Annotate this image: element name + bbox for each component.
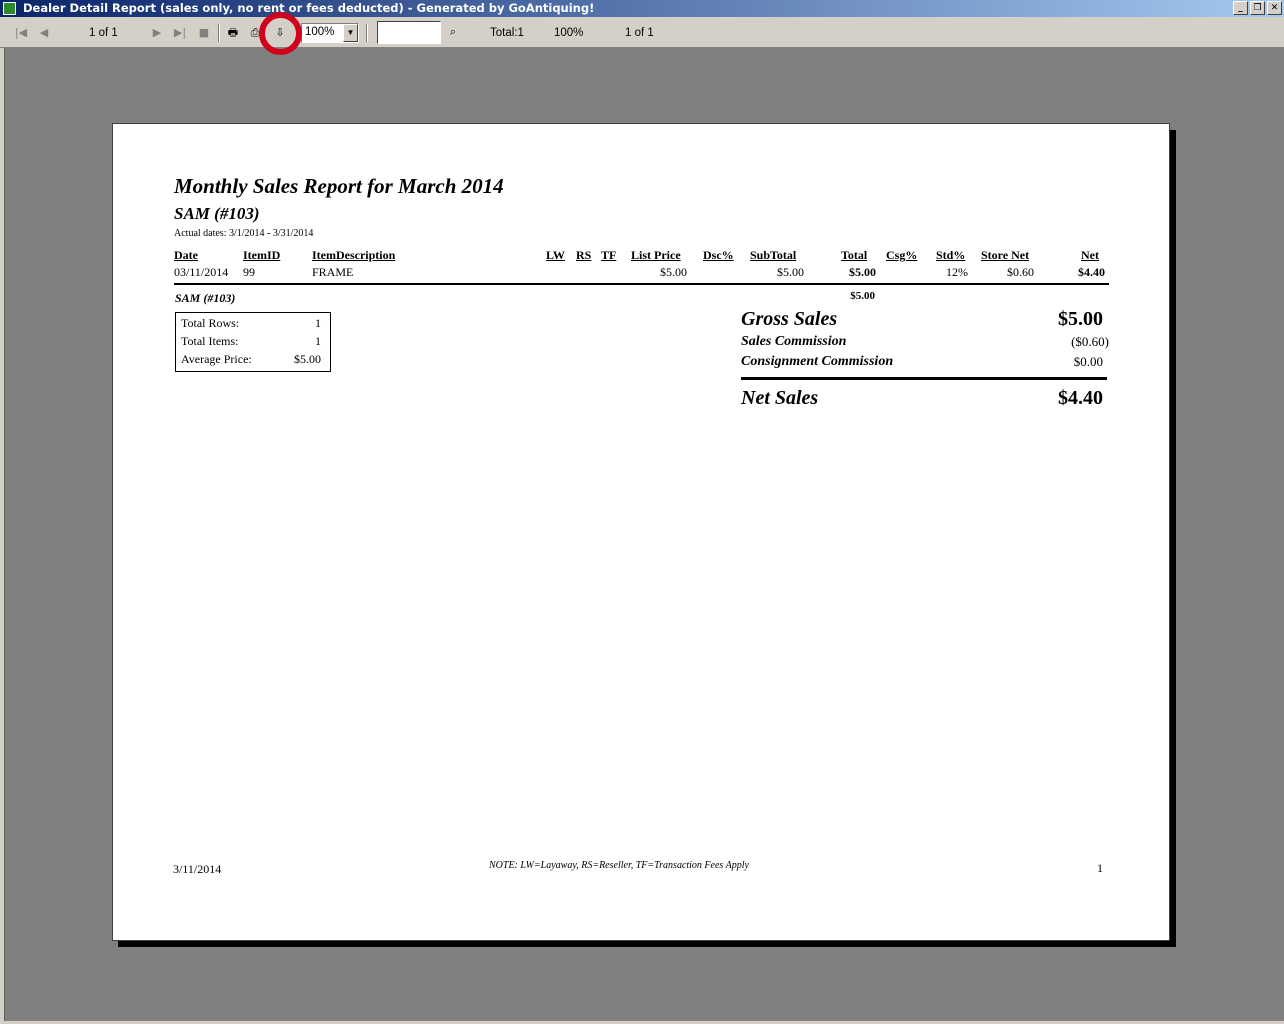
cell-net: $4.40: [1078, 265, 1105, 279]
sales-commission-value: ($0.60): [1071, 334, 1109, 349]
page-indicator: 1 of 1: [89, 27, 118, 39]
footer-note: NOTE: LW=Layaway, RS=Reseller, TF=Transa…: [489, 860, 749, 871]
first-page-icon[interactable]: |◀: [13, 25, 29, 41]
stats-box: Total Rows: 1 Total Items: 1 Average Pri…: [175, 312, 331, 372]
col-header-csg: Csg%: [886, 248, 918, 262]
col-header-rs: RS: [576, 248, 592, 262]
group-total: $5.00: [850, 290, 875, 302]
chevron-down-icon[interactable]: ▼: [343, 24, 358, 42]
print-icon[interactable]: 🖶: [225, 25, 241, 41]
report-page: Monthly Sales Report for March 2014 SAM …: [112, 123, 1170, 941]
consignment-commission-label: Consignment Commission: [741, 354, 894, 369]
col-header-tf: TF: [601, 248, 617, 262]
col-header-date: Date: [174, 248, 198, 262]
average-price-value: $5.00: [294, 352, 321, 366]
zoom-percent: 100%: [554, 27, 584, 39]
total-items-value: 1: [315, 334, 321, 348]
cell-std: 12%: [946, 265, 968, 279]
average-price-label: Average Price:: [181, 352, 252, 366]
page-count: 1 of 1: [625, 27, 654, 39]
footer-page-number: 1: [1097, 861, 1103, 875]
cell-date: 03/11/2014: [174, 265, 229, 279]
zoom-select[interactable]: 100% ▼: [301, 23, 359, 43]
print-setup-icon[interactable]: ⎙: [247, 25, 263, 41]
minimize-button[interactable]: _: [1233, 1, 1248, 15]
window-controls: _ ❐ ✕: [1233, 1, 1282, 15]
cell-total: $5.00: [849, 265, 876, 279]
stop-icon[interactable]: ■: [196, 25, 212, 41]
previous-page-icon[interactable]: ◀: [36, 25, 52, 41]
gross-sales-value: $5.00: [1058, 308, 1103, 330]
window-title: Dealer Detail Report (sales only, no ren…: [23, 1, 595, 15]
dealer-name: SAM (#103): [174, 204, 260, 223]
report-title: Monthly Sales Report for March 2014: [174, 174, 504, 198]
toolbar-separator: [218, 24, 220, 42]
export-icon[interactable]: ⇩: [272, 25, 288, 41]
cell-subtotal: $5.00: [777, 265, 804, 279]
col-header-net: Net: [1081, 248, 1099, 262]
group-name: SAM (#103): [175, 291, 236, 305]
cell-store-net: $0.60: [1007, 265, 1034, 279]
net-sales-label: Net Sales: [741, 387, 819, 409]
col-header-subtotal: SubTotal: [750, 248, 797, 262]
col-header-total: Total: [841, 248, 868, 262]
col-header-store-net: Store Net: [981, 248, 1030, 262]
footer-date: 3/11/2014: [173, 862, 222, 876]
total-rows-value: 1: [315, 316, 321, 330]
last-page-icon[interactable]: ▶|: [172, 25, 188, 41]
col-header-std: Std%: [936, 248, 966, 262]
net-sales-value: $4.40: [1058, 387, 1103, 409]
search-input[interactable]: [377, 21, 441, 44]
col-header-lw: LW: [546, 248, 565, 262]
sales-commission-label: Sales Commission: [741, 334, 847, 349]
actual-dates: Actual dates: 3/1/2014 - 3/31/2014: [174, 228, 314, 239]
total-items-label: Total Items:: [181, 334, 239, 348]
summary-divider: [741, 377, 1107, 380]
col-header-item-id: ItemID: [243, 248, 281, 262]
restore-button[interactable]: ❐: [1250, 1, 1265, 15]
window-title-bar[interactable]: Dealer Detail Report (sales only, no ren…: [0, 0, 1284, 17]
close-button[interactable]: ✕: [1267, 1, 1282, 15]
col-header-dsc: Dsc%: [703, 248, 734, 262]
col-header-list-price: List Price: [631, 248, 681, 262]
total-count: Total:1: [490, 27, 524, 39]
gross-sales-label: Gross Sales: [741, 308, 838, 330]
app-icon: [3, 2, 16, 15]
cell-item-description: FRAME: [312, 265, 354, 279]
table-divider: [174, 283, 1109, 285]
cell-list-price: $5.00: [660, 265, 687, 279]
toolbar-separator: [366, 24, 368, 42]
cell-item-id: 99: [243, 265, 255, 279]
next-page-icon[interactable]: ▶: [149, 25, 165, 41]
consignment-commission-value: $0.00: [1073, 354, 1103, 369]
zoom-value: 100%: [305, 26, 335, 38]
left-frame-edge: [0, 48, 5, 1024]
find-binoculars-icon[interactable]: ⌕: [445, 24, 461, 40]
total-rows-label: Total Rows:: [181, 316, 240, 330]
col-header-item-description: ItemDescription: [312, 248, 396, 262]
